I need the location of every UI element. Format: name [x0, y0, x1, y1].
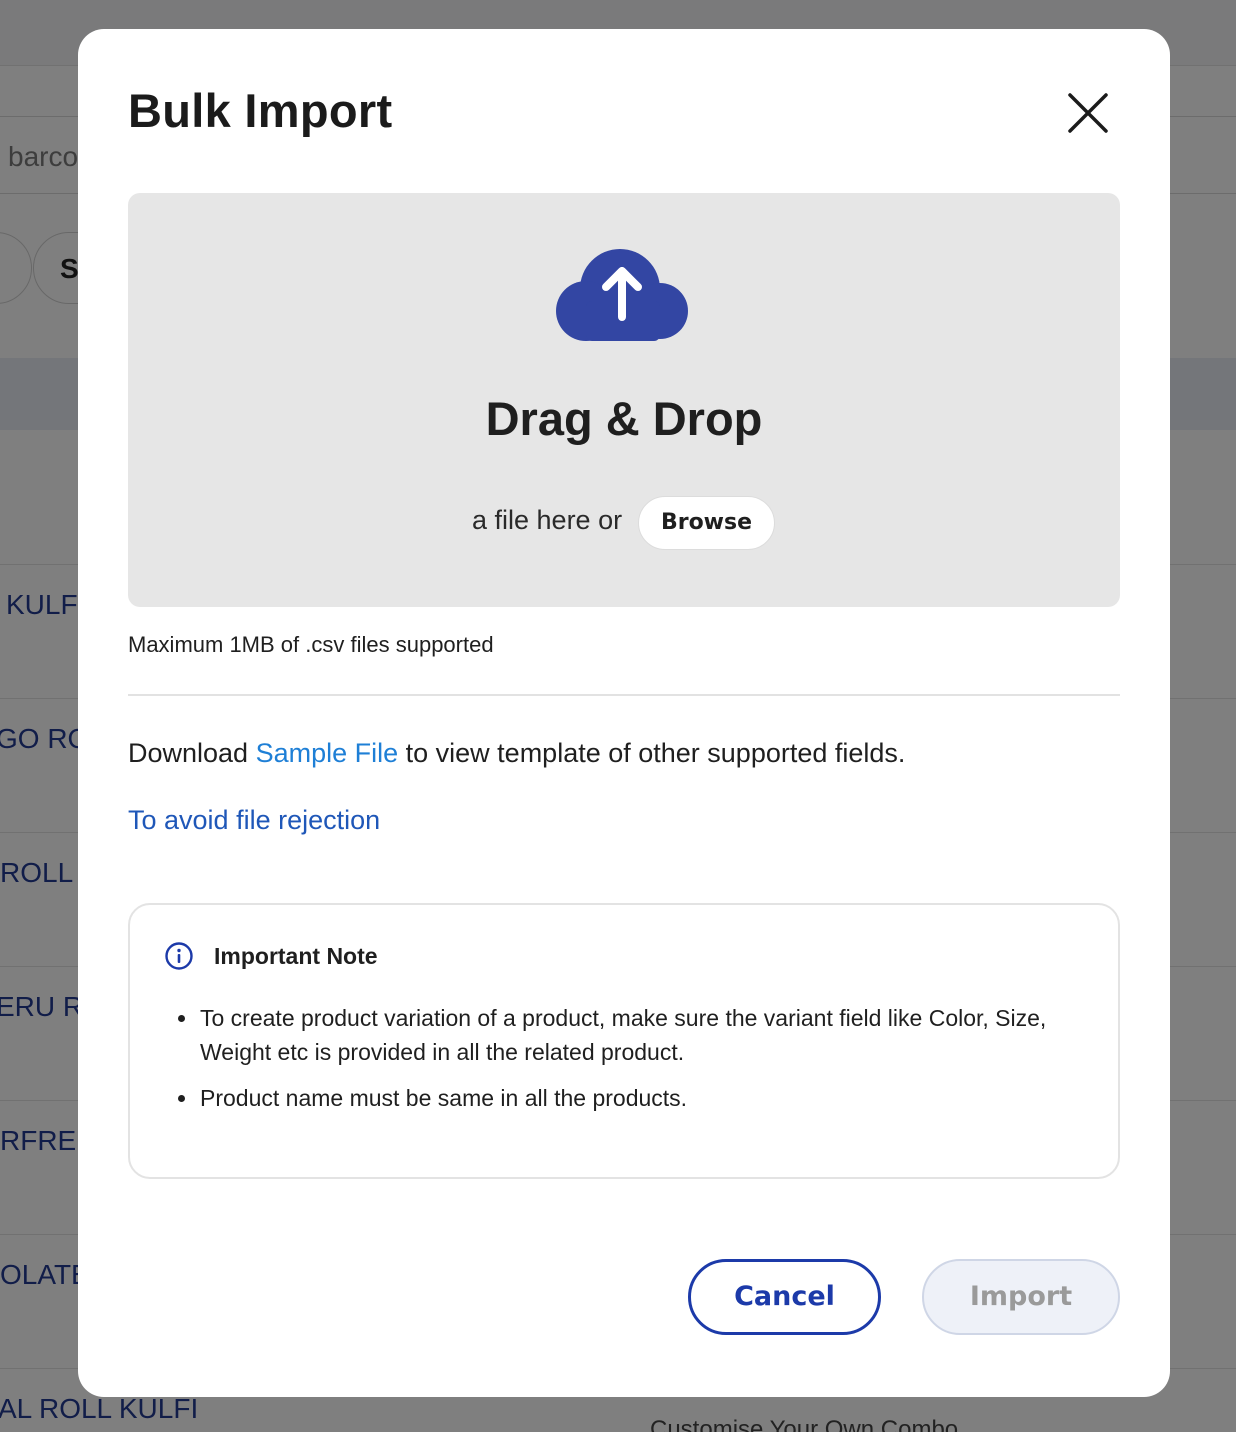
- browse-button[interactable]: Browse: [638, 496, 775, 550]
- list-item: To create product variation of a product…: [178, 1001, 1088, 1069]
- dropzone-subtitle: a file here or: [472, 505, 623, 535]
- bulk-import-modal: Bulk Import Drag & Drop a file here or B…: [78, 29, 1170, 1397]
- import-button[interactable]: Import: [922, 1259, 1120, 1335]
- modal-title: Bulk Import: [128, 84, 393, 137]
- file-size-note: Maximum 1MB of .csv files supported: [128, 632, 494, 657]
- important-note-box: Important Note To create product variati…: [128, 903, 1120, 1179]
- sample-file-link[interactable]: Sample File: [256, 738, 399, 768]
- info-icon: [165, 942, 193, 970]
- close-button[interactable]: [1064, 89, 1112, 137]
- download-suffix: to view template of other supported fiel…: [398, 738, 906, 768]
- important-note-title: Important Note: [214, 943, 378, 969]
- list-item: Product name must be same in all the pro…: [178, 1081, 1088, 1115]
- download-prefix: Download: [128, 738, 256, 768]
- cancel-button[interactable]: Cancel: [688, 1259, 881, 1335]
- dropzone-title: Drag & Drop: [485, 392, 763, 445]
- cloud-upload-icon: [556, 249, 688, 341]
- important-note-list: To create product variation of a product…: [178, 1001, 1088, 1127]
- file-dropzone[interactable]: Drag & Drop a file here or Browse: [128, 193, 1120, 607]
- download-sample-text: Download Sample File to view template of…: [128, 738, 905, 769]
- avoid-file-rejection-link[interactable]: To avoid file rejection: [128, 805, 380, 836]
- divider: [128, 694, 1120, 696]
- close-icon: [1068, 93, 1108, 133]
